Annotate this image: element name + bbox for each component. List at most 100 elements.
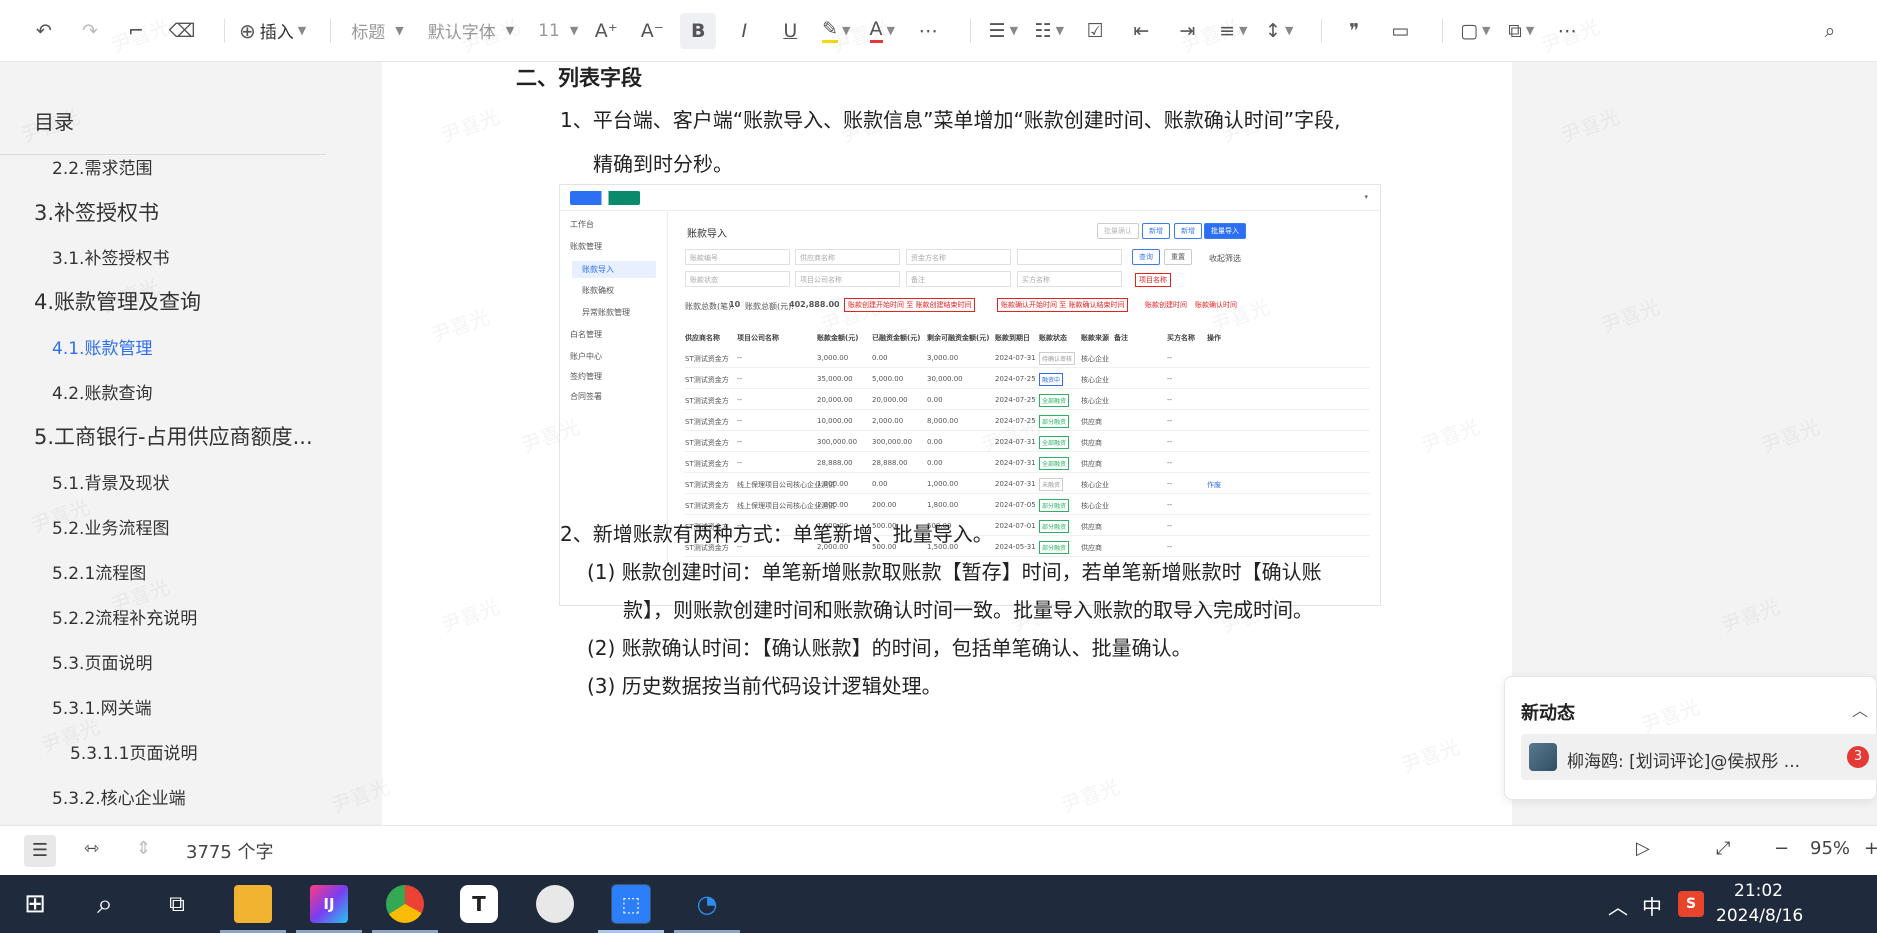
chat-app-icon[interactable]: ◔ <box>688 885 726 923</box>
chevron-up-icon[interactable]: ︿ <box>1852 697 1868 721</box>
app-icon[interactable] <box>536 885 574 923</box>
font-dropdown[interactable]: 默认字体 ▼ <box>422 13 514 49</box>
embedded-button: 批量确认 <box>1097 223 1139 239</box>
align-icon[interactable]: ≡ ▼ <box>1215 13 1251 49</box>
redo-icon[interactable]: ↷ <box>72 13 108 49</box>
embedded-nav-item: 账款管理 <box>570 242 602 251</box>
toolbar-divider <box>970 18 972 43</box>
quote-icon[interactable]: ❞ <box>1336 13 1372 49</box>
zoom-in-icon[interactable]: + <box>1864 838 1877 859</box>
font-size-dropdown[interactable]: 11 ▼ <box>532 13 578 49</box>
windows-start-icon[interactable]: ⊞ <box>16 885 54 923</box>
toc-item[interactable]: 5.1.背景及现状 <box>52 469 169 494</box>
notification-item[interactable]: 柳海鸥: [划词评论]@侯叔彤 ... 3 <box>1521 734 1877 780</box>
zoom-out-icon[interactable]: − <box>1774 838 1789 859</box>
sogou-ime-icon[interactable]: S <box>1678 891 1704 917</box>
embedded-topbar: ▾ <box>560 185 1380 211</box>
screen-icon[interactable]: ⧉ ▼ <box>1503 13 1539 49</box>
toc-item[interactable]: 2.2.需求范围 <box>52 154 152 179</box>
underline-icon[interactable]: U <box>772 13 808 49</box>
undo-icon[interactable]: ↶ <box>26 13 62 49</box>
file-explorer-icon[interactable] <box>234 885 272 923</box>
toc-item[interactable]: 5.3.1.网关端 <box>52 694 152 719</box>
line-spacing-icon[interactable]: ↕ ▼ <box>1261 13 1297 49</box>
embedded-red-label: 项目名称 <box>1135 273 1171 287</box>
toc-item[interactable]: 3.补签授权书 <box>34 197 159 227</box>
intellij-icon[interactable]: IJ <box>310 885 348 923</box>
toc-item[interactable]: 5.2.1流程图 <box>52 559 146 584</box>
embedded-button: 新增 <box>1142 223 1170 239</box>
typora-icon[interactable]: T <box>460 885 498 923</box>
decrease-font-icon[interactable]: A⁻ <box>634 13 670 49</box>
embedded-table-cell: 28,888.00 <box>817 459 853 467</box>
search-icon[interactable]: ⌕ <box>86 885 124 923</box>
toc-item[interactable]: 5.2.2流程补充说明 <box>52 604 197 629</box>
chrome-icon[interactable] <box>386 885 424 923</box>
more-format-icon[interactable]: ⋯ <box>910 13 946 49</box>
toc-item[interactable]: 4.2.账款查询 <box>52 379 152 404</box>
embedded-table-cell: ST测试资金方 <box>685 502 729 510</box>
embedded-table-cell: 2024-07-25 <box>995 375 1036 383</box>
embedded-filter <box>1017 249 1122 265</box>
divider-insert-icon[interactable]: ▭ <box>1382 13 1418 49</box>
feishu-docs-icon[interactable]: ⬚ <box>611 884 651 924</box>
increase-font-icon[interactable]: A⁺ <box>588 13 624 49</box>
toc-item[interactable]: 5.3.2.核心企业端 <box>52 784 186 809</box>
watermark-text: 尹喜光 <box>1757 411 1823 459</box>
toc-sidebar: 目录 2.2.需求范围 3.补签授权书 3.1.补签授权书 4.账款管理及查询 … <box>0 62 382 825</box>
insert-button[interactable]: ⊕ 插入 ▼ <box>239 13 306 49</box>
tray-chevron-icon[interactable]: ︿ <box>1608 891 1628 920</box>
toc-item[interactable]: 5.3.页面说明 <box>52 649 152 674</box>
embedded-table-cell: -- <box>737 438 743 446</box>
fullscreen-icon[interactable]: ⤢ <box>1716 838 1730 859</box>
play-icon[interactable]: ▷ <box>1636 838 1650 859</box>
word-count[interactable]: 3775 个字 <box>186 838 274 864</box>
embedded-table-row: ST测试资金方 -- 10,000.00 2,000.00 8,000.00 2024-0… <box>685 410 1370 431</box>
clock-date[interactable]: 2024/8/16 <box>1716 906 1803 926</box>
ime-indicator[interactable]: 中 <box>1642 891 1662 920</box>
toc-item[interactable]: 5.2.业务流程图 <box>52 514 169 539</box>
clock-time[interactable]: 21:02 <box>1734 881 1783 901</box>
embedded-table-cell: 2024-07-25 <box>995 417 1036 425</box>
outline-view-icon[interactable]: ☰ <box>24 835 56 867</box>
eraser-icon[interactable]: ⌫ <box>164 13 200 49</box>
toolbar-divider <box>1321 18 1323 43</box>
windows-taskbar: ⊞ ⌕ ⧉ IJ T ⬚ ◔ ︿ 中 S 21:02 2024/8/16 <box>0 875 1877 933</box>
embedded-search-button: 查询 <box>1132 249 1160 265</box>
embedded-table-cell: 0.00 <box>927 438 943 446</box>
embedded-red-label: 账款确认时间 <box>1195 301 1237 309</box>
bullet-list-icon[interactable]: ☰ ▼ <box>985 13 1021 49</box>
indent-icon[interactable]: ⇥ <box>1169 13 1205 49</box>
notification-panel[interactable]: 新动态 ︿ 柳海鸥: [划词评论]@侯叔彤 ... 3 <box>1504 676 1877 800</box>
bold-icon[interactable]: B <box>680 12 717 49</box>
toc-item-active[interactable]: 4.1.账款管理 <box>52 334 152 359</box>
task-view-icon[interactable]: ⧉ <box>158 885 196 923</box>
toc-item[interactable]: 4.账款管理及查询 <box>34 286 201 316</box>
toc-item[interactable]: 3.1.补签授权书 <box>52 244 169 269</box>
checkbox-list-icon[interactable]: ☑ <box>1077 13 1113 49</box>
toc-title: 目录 <box>34 110 74 134</box>
fit-width-icon[interactable]: ⇿ <box>84 838 99 859</box>
zoom-level[interactable]: 95% <box>1810 838 1850 859</box>
search-icon[interactable]: ⌕ <box>1812 13 1848 49</box>
toc-divider <box>0 154 326 155</box>
italic-icon[interactable]: I <box>726 13 762 49</box>
highlight-icon[interactable]: ✎ ▼ <box>818 13 854 49</box>
toc-item[interactable]: 5.3.1.1页面说明 <box>70 739 197 764</box>
embedded-table-cell: 2024-05-31 <box>995 543 1036 551</box>
format-painter-icon[interactable]: ⌐ <box>118 13 154 49</box>
embedded-logo <box>570 191 640 205</box>
more-options-icon[interactable]: ⋯ <box>1549 13 1585 49</box>
font-color-icon[interactable]: A ▼ <box>864 13 900 49</box>
outdent-icon[interactable]: ⇤ <box>1123 13 1159 49</box>
embedded-filter: 买方名称 <box>1017 271 1122 287</box>
page-view-icon[interactable]: ⇕ <box>136 838 151 859</box>
frame-icon[interactable]: ▢ ▼ <box>1457 13 1493 49</box>
embedded-table-cell: -- <box>1167 543 1173 551</box>
embedded-table-cell: -- <box>1167 375 1173 383</box>
toc-item[interactable]: 5.工商银行-占用供应商额度... <box>34 421 313 451</box>
document-page[interactable]: 二、列表字段 1、平台端、客户端“账款导入、账款信息”菜单增加“账款创建时间、账… <box>382 62 1512 825</box>
heading-dropdown[interactable]: 标题 ▼ <box>345 13 403 49</box>
embedded-table-cell: ST测试资金方 <box>685 481 729 489</box>
numbered-list-icon[interactable]: ☷ ▼ <box>1031 13 1067 49</box>
